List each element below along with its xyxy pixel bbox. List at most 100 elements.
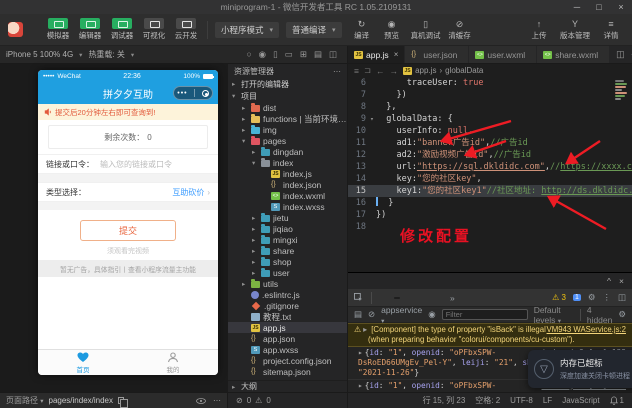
toggle-编辑器[interactable]: 编辑器 [76,18,104,41]
tree-item-index[interactable]: ▾ index [228,157,347,168]
list-icon[interactable]: ▤ [314,50,322,59]
list-icon[interactable]: ≡ [354,66,359,76]
more-actions-icon[interactable]: ⋯ [213,396,221,405]
tree-item-index.js[interactable]: index.js [228,168,347,179]
clear-console-icon[interactable]: ⊘ [368,309,375,320]
code-line-8[interactable]: 8 }, [348,101,632,113]
expand-caret-icon[interactable]: ▸ [358,381,363,390]
code-line-10[interactable]: 10 userInfo: null, [348,125,632,137]
tree-item-functions | 当前环境: xi...[interactable]: ▸ functions | 当前环境: xi... [228,113,347,124]
tab-profile[interactable]: 我的 [128,350,218,375]
more-menu-icon[interactable]: ••• [177,90,187,97]
tab-overflow-icon[interactable]: » [450,293,455,303]
submit-button[interactable]: 提交 [80,220,176,241]
tree-item-img[interactable]: ▸ img [228,124,347,135]
tree-item-sitemap.json[interactable]: sitemap.json [228,366,347,377]
tree-item-app.json[interactable]: app.json [228,333,347,344]
eye-icon[interactable] [196,397,206,404]
language-mode[interactable]: JavaScript [562,396,599,405]
tab-user.wxml[interactable]: user.wxml [469,46,538,63]
tree-item-share[interactable]: ▸ share [228,245,347,256]
toggle-云开发[interactable]: 云开发 [172,18,200,41]
encoding[interactable]: UTF-8 [510,396,533,405]
action-详情[interactable]: ≡ 详情 [598,19,624,41]
path-mode-dropdown[interactable]: 页面路径 ▾ [6,395,44,406]
kebab-menu-icon[interactable]: ⋮ [602,292,611,303]
tree-item-.gitignore[interactable]: .gitignore [228,300,347,311]
eol-type[interactable]: LF [543,396,552,405]
code-line-12[interactable]: 12 ad2:"激励视频广告id",//广告id [348,149,632,161]
minimap[interactable] [615,79,630,101]
code-line-15[interactable]: 15 key1:"您的社区key1"//社区地址: http://ds.dkld… [348,185,632,197]
close-panel-icon[interactable]: × [619,276,624,286]
tree-item-dingdan[interactable]: ▸ dingdan [228,146,347,157]
action-真机调试[interactable]: ▯ 真机调试 [409,19,443,41]
user-avatar[interactable] [8,22,23,37]
devtools-tab-Network[interactable] [422,297,428,299]
record-icon[interactable]: ◉ [259,50,266,59]
tree-item-.eslintrc.js[interactable]: .eslintrc.js [228,289,347,300]
filter-settings-icon[interactable]: ⚙ [618,309,626,320]
tree-item-project.config.json[interactable]: project.config.json [228,355,347,366]
expand-caret-icon[interactable]: ▸ [358,348,363,357]
mode-dropdown[interactable]: 小程序模式 ▾ [215,21,280,38]
action-编译[interactable]: ↻ 编译 [349,19,375,41]
tab-share.wxml[interactable]: share.wxml [537,46,611,63]
code-line-13[interactable]: 13 url:"https://sql.dkldidc.com",//https… [348,161,632,173]
tree-item-utils[interactable]: ▸ utils [228,278,347,289]
tree-item-user[interactable]: ▸ user [228,267,347,278]
tree-item-index.wxss[interactable]: index.wxss [228,201,347,212]
devtools-tab-Memory[interactable] [436,297,442,299]
memory-toast[interactable]: ▽ 内存已超标 深度加速关闭卡顿进程 [528,350,632,388]
source-link[interactable]: VM943 WAService.js:2 [547,325,626,335]
breadcrumb-symbol[interactable]: globalData [445,66,483,75]
back-icon[interactable]: ← [376,66,385,76]
settings-gear-icon[interactable]: ⚙ [588,292,596,303]
project-section[interactable]: ▾ 项目 [228,90,347,102]
inspect-icon[interactable] [354,293,363,302]
tree-item-dist[interactable]: ▸ dist [228,102,347,113]
device-selector[interactable]: iPhone 5 100% 4G [6,50,73,59]
problems-indicator[interactable]: ⊘ 0 ⚠ 0 [228,393,348,408]
devtools-tab-Wxml[interactable] [380,297,386,299]
devtools-tab-Sources[interactable] [408,297,414,299]
tree-item-shop[interactable]: ▸ shop [228,256,347,267]
console-sidebar-icon[interactable]: ▤ [354,309,362,320]
collapse-panel-icon[interactable]: ^ [607,276,611,286]
code-line-16[interactable]: 16 } [348,197,632,209]
eye-icon[interactable]: ◉ [428,309,435,320]
tree-item-app.js[interactable]: app.js [228,322,347,333]
toggle-模拟器[interactable]: 模拟器 [44,18,72,41]
action-上传[interactable]: ↑ 上传 [526,19,552,41]
tree-item-index.wxml[interactable]: index.wxml [228,190,347,201]
tree-item-mingxi[interactable]: ▸ mingxi [228,234,347,245]
toggle-可视化[interactable]: 可视化 [140,18,168,41]
tree-item-app.wxss[interactable]: app.wxss [228,344,347,355]
close-tab-icon[interactable]: × [394,50,399,59]
type-select-row[interactable]: 类型选择： 互助砍价 › [38,182,218,202]
maximize-button[interactable]: □ [588,2,610,12]
warning-count-badge[interactable]: ⚠ 3 [552,293,566,302]
hot-reload-toggle[interactable]: 热重载: 关 [88,49,124,60]
grid-icon[interactable]: ⊞ [300,50,307,59]
indentation[interactable]: 空格: 2 [475,395,500,406]
tree-item-pages[interactable]: ▾ pages [228,135,347,146]
device-frame-icon[interactable]: ▯ [273,50,278,59]
notifications[interactable]: 1 [609,396,624,405]
rotate-icon[interactable]: ○ [247,50,252,59]
outline-section[interactable]: ▸ 大纲 [228,380,347,392]
split-view-icon[interactable]: ◫ [329,50,337,59]
expand-caret-icon[interactable]: ▸ [363,325,367,334]
info-count-badge[interactable]: 1 [572,294,581,301]
capsule-menu[interactable]: ••• [173,86,213,100]
code-line-18[interactable]: 18 [348,221,632,233]
code-line-6[interactable]: 6 traceUser: true [348,77,632,89]
tree-item-jietu[interactable]: ▸ jietu [228,212,347,223]
code-editor[interactable]: 6 traceUser: true 7 }) 8 }, 9 ▾ globalData: … [348,77,632,272]
tab-user.json[interactable]: user.json [405,46,470,63]
open-editors-section[interactable]: ▸ 打开的编辑器 [228,78,347,90]
levels-dropdown[interactable]: Default levels ▾ [534,305,574,325]
code-line-11[interactable]: 11 ad1:"banner广告id",//广告id [348,137,632,149]
bookmark-icon[interactable]: ⊐ [364,65,371,76]
breadcrumb-file[interactable]: app.js [415,66,436,75]
